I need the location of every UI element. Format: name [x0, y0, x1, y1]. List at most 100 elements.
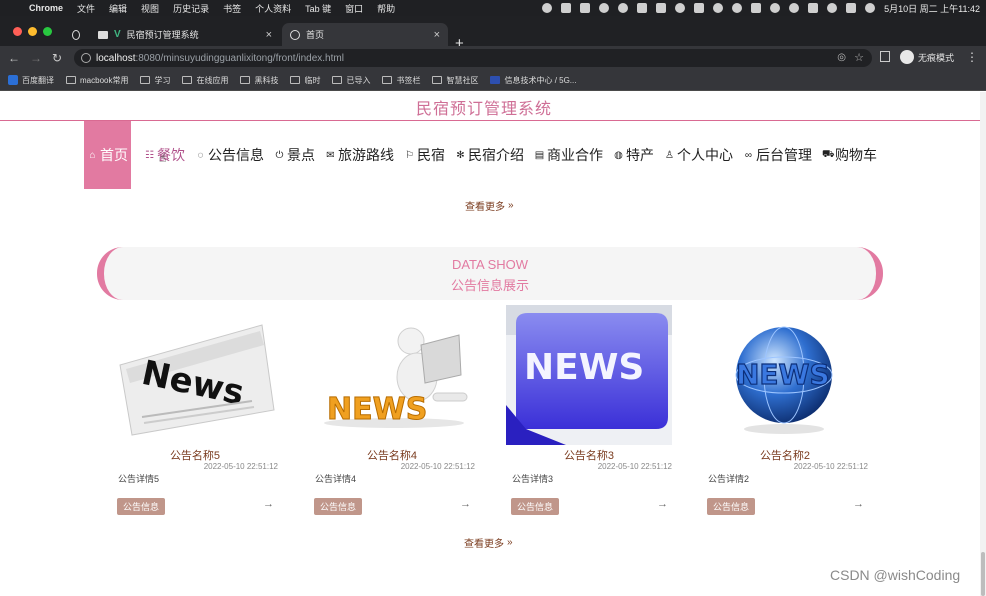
siri-icon[interactable] — [865, 3, 876, 13]
address-bar[interactable]: localhost:8080/minsuyudingguanlixitong/f… — [74, 49, 872, 67]
bookmark-folder[interactable]: 书签栏 — [382, 75, 420, 86]
menu-edit[interactable]: 编辑 — [102, 2, 134, 15]
notice-detail: 公告详情2 — [708, 474, 750, 484]
wifi-icon[interactable] — [770, 3, 781, 13]
notice-name[interactable]: 公告名称2 — [702, 447, 868, 463]
close-icon[interactable]: × — [266, 29, 272, 41]
notice-image[interactable]: NEWS — [506, 305, 672, 445]
search-icon[interactable] — [827, 3, 838, 13]
mic-icon[interactable] — [542, 3, 553, 13]
arrow-right-icon[interactable]: → — [263, 498, 274, 510]
notice-image[interactable]: News — [112, 305, 278, 445]
nav-label: 购物车 — [835, 147, 877, 163]
nav-routes[interactable]: ✉ 旅游路线 — [320, 121, 399, 189]
nav-home[interactable]: ⌂ 首页 — [84, 121, 131, 189]
menu-file[interactable]: 文件 — [70, 2, 102, 15]
notice-image[interactable]: NEWS — [309, 305, 475, 445]
incognito-indicator[interactable]: 无痕模式 — [900, 50, 954, 64]
more-link-bottom[interactable]: 查看更多 » — [464, 535, 513, 550]
bluetooth-icon[interactable] — [732, 3, 743, 13]
globe-icon — [290, 29, 300, 40]
status-app-icon[interactable] — [599, 3, 610, 13]
notice-card[interactable]: NEWS 公告名称2 2022-05-10 22:51:12 公告详情2 公告信… — [702, 305, 868, 520]
bookmark-folder[interactable]: 学习 — [140, 75, 170, 86]
bookmark-label: 智慧社区 — [446, 75, 479, 85]
nav-cart[interactable]: ⛟ 购物车 — [817, 121, 882, 189]
tab-home[interactable]: 首页 × — [282, 23, 448, 46]
tab-admin[interactable]: V 民宿预订管理系统 × — [90, 23, 280, 46]
eye-off-icon[interactable]: ◎ — [837, 52, 846, 63]
reload-icon[interactable]: ↻ — [52, 51, 62, 65]
menu-app[interactable]: Chrome — [22, 3, 70, 13]
bookmark-folder[interactable]: 黑科技 — [240, 75, 278, 86]
bookmark-folder[interactable]: 临时 — [290, 75, 320, 86]
status-app-icon[interactable] — [561, 3, 572, 13]
scrollbar-thumb[interactable] — [981, 552, 985, 596]
nav-homestay-intro[interactable]: ✻ 民宿介绍 — [450, 121, 529, 189]
notice-name[interactable]: 公告名称4 — [309, 447, 475, 463]
star-icon[interactable]: ☆ — [854, 51, 864, 64]
bookmark-label: 在线应用 — [196, 75, 229, 85]
site-icon — [490, 76, 501, 84]
notice-card[interactable]: News 公告名称5 2022-05-10 22:51:12 公告详情5 公告信… — [112, 305, 278, 520]
side-panel-icon[interactable] — [880, 51, 890, 62]
folder-icon — [182, 76, 193, 84]
menu-bookmarks[interactable]: 书签 — [216, 2, 248, 15]
forward-icon[interactable]: → — [30, 51, 42, 65]
bookmark-folder[interactable]: 在线应用 — [182, 75, 228, 86]
nav-label: 商业合作 — [547, 147, 603, 163]
close-window-button[interactable] — [13, 27, 22, 36]
status-app-icon[interactable] — [580, 3, 591, 13]
bookmark-folder[interactable]: 已导入 — [332, 75, 370, 86]
menu-tab[interactable]: Tab 键 — [298, 2, 338, 15]
folder-icon — [240, 76, 251, 84]
arrow-right-icon[interactable]: → — [460, 498, 471, 510]
status-app-icon[interactable] — [618, 3, 629, 13]
battery-icon[interactable] — [751, 3, 762, 13]
menu-help[interactable]: 帮助 — [370, 2, 402, 15]
notice-time: 2022-05-10 22:51:12 — [400, 462, 475, 471]
bookmark-folder[interactable]: 智慧社区 — [432, 75, 478, 86]
info-icon[interactable] — [81, 53, 91, 63]
nav-attractions[interactable]: ⏻ 景点 — [269, 121, 320, 189]
notice-name[interactable]: 公告名称3 — [506, 447, 672, 463]
notice-card[interactable]: NEWS 公告名称3 2022-05-10 22:51:12 公告详情3 公告信… — [506, 305, 672, 520]
user-switch-icon[interactable] — [789, 3, 800, 13]
status-app-icon[interactable] — [694, 3, 705, 13]
back-icon[interactable]: ← — [8, 51, 20, 65]
status-app-icon[interactable] — [808, 3, 819, 13]
menu-profile[interactable]: 个人资料 — [248, 2, 298, 15]
zoom-window-button[interactable] — [43, 27, 52, 36]
minimize-window-button[interactable] — [28, 27, 37, 36]
notice-image[interactable]: NEWS — [702, 305, 868, 445]
bookmark-item[interactable]: 百度翻译 — [8, 75, 54, 86]
folder-icon — [140, 76, 151, 84]
more-label: 查看更多 — [464, 539, 504, 550]
status-app-icon[interactable] — [713, 3, 724, 13]
nav-business[interactable]: ▤ 商业合作 — [529, 121, 608, 189]
more-menu-icon[interactable]: ⋮ — [966, 50, 978, 64]
status-app-icon[interactable] — [675, 3, 686, 13]
more-link-top[interactable]: 查看更多 » — [465, 198, 514, 213]
tab-pinned[interactable] — [64, 23, 88, 46]
menu-history[interactable]: 历史记录 — [166, 2, 216, 15]
menu-window[interactable]: 窗口 — [338, 2, 370, 15]
status-app-icon[interactable] — [637, 3, 648, 13]
menubar-clock[interactable]: 5月10日 周二 上午11:42 — [884, 2, 980, 15]
nav-admin[interactable]: ∞ 后台管理 — [738, 121, 817, 189]
bookmark-folder[interactable]: macbook常用 — [66, 75, 128, 86]
memory-icon[interactable] — [656, 3, 667, 13]
page-scrollbar[interactable] — [980, 92, 986, 596]
notice-card[interactable]: NEWS 公告名称4 2022-05-10 22:51:12 公告详情4 公告信… — [309, 305, 475, 520]
bookmark-item[interactable]: 信息技术中心 / 5G... — [490, 75, 576, 86]
close-icon[interactable]: × — [434, 29, 440, 41]
nav-homestay[interactable]: ⚐ 民宿 — [399, 121, 450, 189]
menu-view[interactable]: 视图 — [134, 2, 166, 15]
notice-name[interactable]: 公告名称5 — [112, 447, 278, 463]
nav-user-center[interactable]: ♙ 个人中心 — [659, 121, 738, 189]
nav-specialty[interactable]: ◍ 特产 — [608, 121, 659, 189]
arrow-right-icon[interactable]: → — [853, 498, 864, 510]
control-center-icon[interactable] — [846, 3, 857, 13]
nav-notices[interactable]: ◌ 公告信息 — [190, 121, 269, 189]
arrow-right-icon[interactable]: → — [657, 498, 668, 510]
